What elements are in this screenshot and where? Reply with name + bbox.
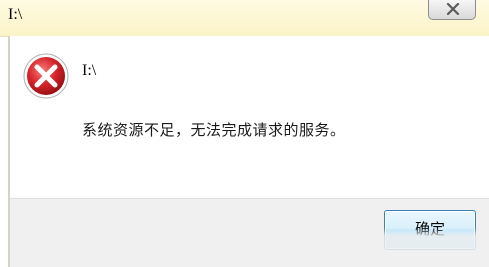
window-title: I:\: [8, 6, 23, 23]
close-button[interactable]: [428, 0, 476, 20]
error-dialog-window: I:\ I:\ 系统资源不足，无法完成请求的服务。 确定: [0, 0, 489, 267]
watermark-overlay: [370, 232, 489, 267]
error-icon: [23, 53, 69, 99]
error-message: 系统资源不足，无法完成请求的服务。: [82, 121, 346, 139]
title-bar[interactable]: I:\: [0, 0, 489, 37]
dialog-title: I:\: [82, 62, 97, 79]
close-icon: [446, 3, 460, 15]
dialog-content: [10, 36, 489, 198]
